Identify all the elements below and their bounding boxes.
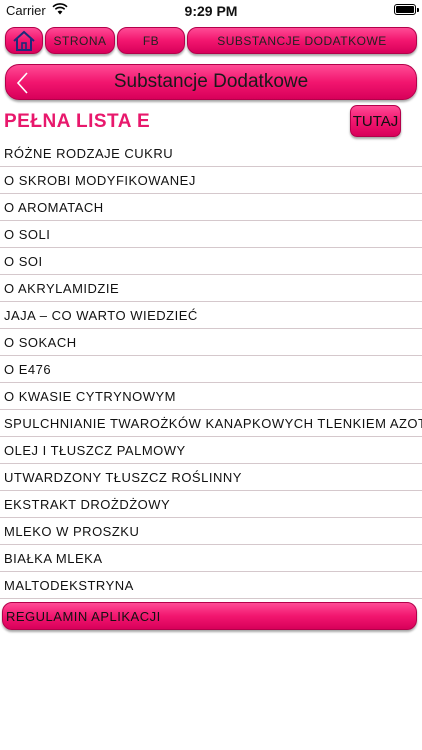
article-list: RÓŻNE RODZAJE CUKRU O SKROBI MODYFIKOWAN… — [0, 140, 422, 599]
list-item[interactable]: BIAŁKA MLEKA — [0, 545, 422, 572]
list-item[interactable]: UTWARDZONY TŁUSZCZ ROŚLINNY — [0, 464, 422, 491]
list-item[interactable]: O SOLI — [0, 221, 422, 248]
tutaj-button[interactable]: TUTAJ — [350, 105, 401, 137]
list-item[interactable]: O KWASIE CYTRYNOWYM — [0, 383, 422, 410]
list-item[interactable]: OLEJ I TŁUSZCZ PALMOWY — [0, 437, 422, 464]
home-button[interactable] — [5, 27, 43, 54]
list-item[interactable]: O SOKACH — [0, 329, 422, 356]
list-item[interactable]: O AROMATACH — [0, 194, 422, 221]
list-item[interactable]: RÓŻNE RODZAJE CUKRU — [0, 140, 422, 167]
list-item[interactable]: O AKRYLAMIDZIE — [0, 275, 422, 302]
strona-button[interactable]: STRONA — [45, 27, 115, 54]
list-item[interactable]: JAJA – CO WARTO WIEDZIEĆ — [0, 302, 422, 329]
list-item[interactable]: EKSTRAKT DROŻDŻOWY — [0, 491, 422, 518]
home-icon — [13, 30, 35, 51]
list-item[interactable]: MALTODEKSTRYNA — [0, 572, 422, 599]
clock: 9:29 PM — [184, 3, 238, 19]
chevron-left-icon[interactable] — [16, 71, 30, 95]
list-item[interactable]: O SOI — [0, 248, 422, 275]
list-item[interactable]: MLEKO W PROSZKU — [0, 518, 422, 545]
list-item[interactable]: O SKROBI MODYFIKOWANEJ — [0, 167, 422, 194]
section-heading: PEŁNA LISTA E — [4, 111, 151, 132]
page-title: Substancje Dodatkowe — [113, 71, 309, 92]
regulamin-button[interactable]: REGULAMIN APLIKACJI — [2, 602, 417, 630]
list-item[interactable]: O E476 — [0, 356, 422, 383]
list-item[interactable]: SPULCHNIANIE TWAROŻKÓW KANAPKOWYCH TLENK… — [0, 410, 422, 437]
fb-button[interactable]: FB — [117, 27, 185, 54]
battery-icon — [394, 4, 419, 15]
status-bar: Carrier 9:29 PM — [0, 0, 422, 22]
substancje-button[interactable]: SUBSTANCJE DODATKOWE — [187, 27, 417, 54]
title-bar: Substancje Dodatkowe — [5, 64, 417, 100]
